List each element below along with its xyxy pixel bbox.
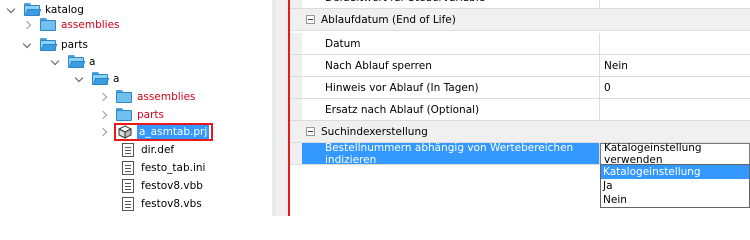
property-row-nach-ablauf-sperren[interactable]: Nach Ablauf sperren Nein [290, 55, 750, 77]
property-name: Hinweis vor Ablauf (In Tagen) [302, 77, 600, 98]
combobox-value: Katalogeinstellung verwenden [604, 142, 702, 166]
tree-item-festov8-vbs[interactable]: festov8.vbs [120, 193, 202, 215]
dropdown-option[interactable]: Nein [601, 193, 749, 207]
property-name: Defaultwert für Steuervariable [302, 0, 600, 8]
file-icon [122, 161, 134, 175]
tree-label: assemblies [137, 91, 196, 103]
tree-label: parts [61, 39, 89, 51]
collapse-chevron-icon[interactable] [96, 90, 110, 104]
property-name: Ersatz nach Ablauf (Optional) [302, 99, 600, 120]
property-row-datum[interactable]: Datum [290, 33, 750, 55]
tree-label: festo_tab.ini [141, 162, 206, 174]
expand-chevron-icon[interactable] [4, 3, 18, 17]
property-row[interactable]: Defaultwert für Steuervariable [290, 0, 750, 9]
category-label: Suchindexerstellung [321, 125, 428, 138]
property-value[interactable]: Nein [600, 55, 750, 76]
folder-open-icon [40, 37, 58, 51]
selected-project-highlight[interactable]: a_asmtab.prj [113, 123, 214, 141]
property-grid: Defaultwert für Steuervariable Ablaufdat… [290, 0, 750, 216]
tree-label: parts [137, 109, 165, 121]
expand-chevron-icon[interactable] [20, 38, 34, 52]
folder-icon [116, 107, 132, 121]
collapse-toggle-icon[interactable] [306, 15, 315, 24]
property-row-ersatz[interactable]: Ersatz nach Ablauf (Optional) [290, 99, 750, 121]
tree-label: festov8.vbb [141, 180, 203, 192]
collapse-chevron-icon[interactable] [96, 108, 110, 122]
folder-icon [116, 89, 132, 103]
property-name: Bestellnummern abhängig von Wertebereich… [302, 142, 600, 166]
tree-label: assemblies [61, 19, 120, 31]
value-combobox[interactable]: Katalogeinstellung verwenden [600, 142, 750, 166]
property-name: Datum [302, 33, 600, 54]
property-value[interactable] [600, 33, 750, 54]
tree-label: a_asmtab.prj [137, 125, 210, 139]
catalog-tree: katalog assemblies parts a a assemblies … [0, 0, 272, 216]
property-name: Nach Ablauf sperren [302, 55, 600, 76]
property-value[interactable]: 0 [600, 77, 750, 98]
dropdown-list[interactable]: Katalogeinstellung verwenden Ja Nein [600, 164, 750, 208]
splitter[interactable] [276, 0, 288, 216]
category-label: Ablaufdatum (End of Life) [321, 13, 456, 26]
property-row-bestellnummern[interactable]: Bestellnummern abhängig von Wertebereich… [290, 142, 750, 166]
collapse-toggle-icon[interactable] [306, 127, 315, 136]
expand-chevron-icon[interactable] [72, 72, 86, 86]
category-suchindex[interactable]: Suchindexerstellung [290, 121, 750, 143]
tree-item-assemblies[interactable]: assemblies [20, 14, 120, 36]
tree-label: a [113, 73, 120, 85]
tree-label: dir.def [141, 144, 175, 156]
file-icon [122, 143, 134, 157]
file-icon [122, 197, 134, 211]
dropdown-option[interactable]: Katalogeinstellung verwenden [601, 165, 749, 192]
category-end-of-life[interactable]: Ablaufdatum (End of Life) [290, 9, 750, 31]
folder-open-icon [92, 71, 110, 85]
property-value[interactable] [600, 99, 750, 120]
property-row-hinweis[interactable]: Hinweis vor Ablauf (In Tagen) 0 [290, 77, 750, 99]
expand-chevron-icon[interactable] [48, 55, 62, 69]
property-value[interactable] [600, 0, 750, 8]
tree-label: festov8.vbs [141, 198, 202, 210]
project-cube-icon [118, 125, 132, 139]
folder-open-icon [68, 54, 86, 68]
folder-icon [40, 17, 56, 31]
collapse-chevron-icon[interactable] [96, 125, 110, 139]
tree-label: a [89, 56, 96, 68]
file-icon [122, 179, 134, 193]
collapse-chevron-icon[interactable] [20, 18, 34, 32]
